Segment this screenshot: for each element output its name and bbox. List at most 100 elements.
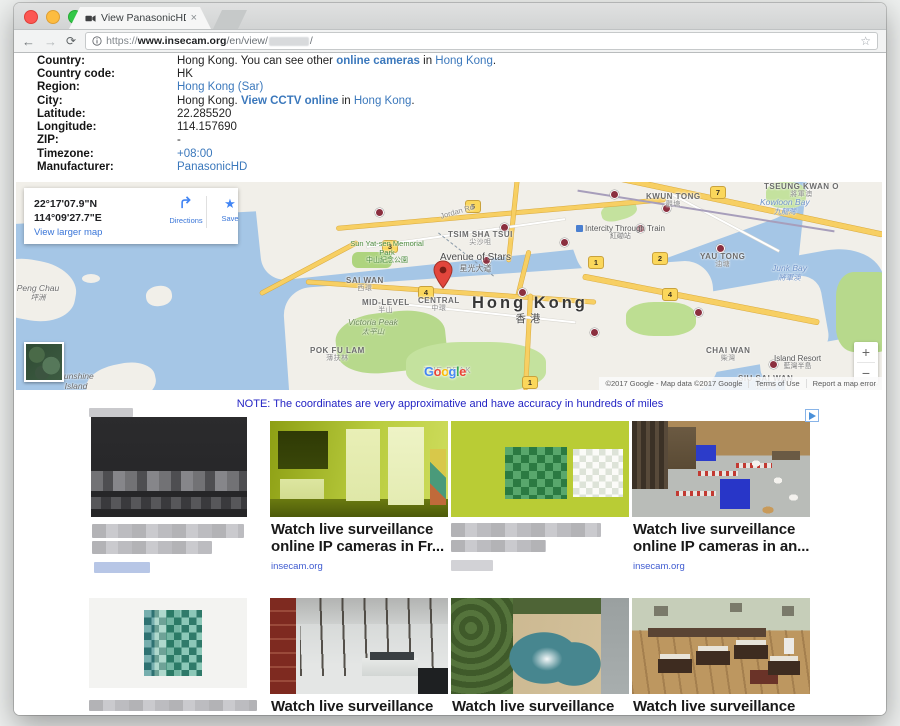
detail-text: Hong Kong. bbox=[177, 95, 241, 107]
bookmark-star-icon[interactable]: ☆ bbox=[860, 35, 871, 47]
detail-link[interactable]: View CCTV online bbox=[241, 95, 339, 107]
detail-value: HK bbox=[177, 68, 193, 80]
map-islet bbox=[145, 284, 174, 307]
detail-link[interactable]: Hong Kong bbox=[435, 55, 493, 67]
url-host: www.insecam.org bbox=[138, 35, 227, 47]
tab-close-icon[interactable]: × bbox=[191, 13, 197, 24]
blurred-caption bbox=[451, 540, 546, 552]
ad-link[interactable]: insecam.org bbox=[633, 561, 685, 572]
ad-link[interactable]: insecam.org bbox=[271, 561, 323, 572]
route-shield: 1 bbox=[588, 256, 604, 269]
terms-of-use-link[interactable]: Terms of Use bbox=[748, 379, 805, 388]
ad-caption[interactable]: Watch live surveillance bbox=[633, 698, 795, 715]
view-larger-map-link[interactable]: View larger map bbox=[34, 227, 102, 238]
minimize-window-button[interactable] bbox=[46, 10, 60, 24]
zoom-in-button[interactable]: + bbox=[854, 342, 878, 362]
browser-toolbar: ← → ⟳ https://www.insecam.org/en/view// … bbox=[14, 30, 886, 53]
detail-row: Region:Hong Kong (Sar) bbox=[14, 81, 886, 94]
map-label: Peng Chau坪洲 bbox=[16, 284, 68, 302]
detail-link[interactable]: online cameras bbox=[336, 55, 420, 67]
directions-button[interactable]: Directions bbox=[166, 195, 206, 225]
ad-tile[interactable]: Watch live surveillance bbox=[270, 598, 448, 715]
address-bar[interactable]: https://www.insecam.org/en/view// ☆ bbox=[85, 32, 878, 50]
back-button[interactable]: ← bbox=[22, 35, 35, 48]
report-map-error-link[interactable]: Report a map error bbox=[806, 379, 882, 388]
route-shield: 4 bbox=[662, 288, 678, 301]
station-marker-icon bbox=[560, 238, 569, 247]
route-shield: 2 bbox=[652, 252, 668, 265]
pixelated-blob bbox=[505, 447, 567, 499]
detail-label: Timezone: bbox=[14, 148, 177, 160]
ad-caption[interactable]: Watch live surveillance bbox=[271, 698, 433, 715]
detail-link[interactable]: +08:00 bbox=[177, 148, 213, 160]
map-label: POK FU LAM薄扶林 bbox=[310, 346, 365, 363]
google-map-embed[interactable]: Jordan RdTSIM SHA TSUI尖沙咀Intercity Throu… bbox=[16, 182, 882, 390]
url-tail: / bbox=[310, 35, 313, 47]
map-label: YAU TONG油塘 bbox=[700, 252, 745, 269]
ad-tile[interactable]: Watch live surveillanceonline IP cameras… bbox=[270, 408, 448, 578]
detail-value: +08:00 bbox=[177, 148, 213, 160]
map-islet bbox=[82, 274, 100, 283]
train-icon bbox=[576, 225, 583, 232]
camera-thumb-blurred[interactable] bbox=[451, 408, 629, 578]
detail-value: Hong Kong. You can see other online came… bbox=[177, 55, 496, 67]
reload-button[interactable]: ⟳ bbox=[66, 35, 76, 47]
detail-link[interactable]: Hong Kong (Sar) bbox=[177, 81, 263, 93]
browser-window: View PanasonicHD camera in × ← → ⟳ https… bbox=[14, 3, 886, 715]
map-label: Hong Kong香港 bbox=[472, 294, 588, 325]
route-shield: 7 bbox=[710, 186, 726, 199]
detail-label: ZIP: bbox=[14, 134, 177, 146]
map-label: MID-LEVEL半山 bbox=[362, 298, 410, 315]
station-marker-icon bbox=[590, 328, 599, 337]
blurred-caption bbox=[92, 541, 212, 554]
map-label: Intercity Through Train紅磡站 bbox=[576, 224, 665, 241]
ad-image-snow-car[interactable] bbox=[270, 598, 448, 694]
detail-value: - bbox=[177, 134, 181, 146]
close-window-button[interactable] bbox=[24, 10, 38, 24]
satellite-view-toggle[interactable] bbox=[24, 342, 64, 382]
map-label: TSIM SHA TSUI尖沙咀 bbox=[448, 230, 513, 247]
detail-link[interactable]: Hong Kong bbox=[354, 95, 412, 107]
detail-text: . bbox=[411, 95, 414, 107]
ad-tile[interactable]: Watch live surveillance bbox=[451, 598, 629, 715]
detail-label: City: bbox=[14, 95, 177, 107]
ad-tile[interactable]: Watch live surveillanceonline IP cameras… bbox=[632, 408, 810, 578]
ad-caption[interactable]: Watch live surveillanceonline IP cameras… bbox=[633, 521, 809, 555]
blurred-link bbox=[451, 560, 493, 571]
adchoices-icon[interactable] bbox=[805, 409, 819, 422]
url-redacted-segment bbox=[269, 37, 309, 46]
ad-image-dog-daycare[interactable] bbox=[632, 421, 810, 517]
pixelated-blob bbox=[144, 610, 202, 676]
detail-value: PanasonicHD bbox=[177, 161, 247, 173]
save-button[interactable]: ★ Save bbox=[210, 195, 250, 223]
detail-row: Latitude:22.285520 bbox=[14, 107, 886, 120]
detail-label: Region: bbox=[14, 81, 177, 93]
blurred-link bbox=[94, 562, 150, 573]
detail-value: Hong Kong. View CCTV online in Hong Kong… bbox=[177, 95, 415, 107]
ad-image-cafeteria[interactable] bbox=[632, 598, 810, 694]
page-info-icon[interactable] bbox=[92, 36, 102, 46]
ad-image-pool[interactable] bbox=[451, 598, 629, 694]
map-label: TSEUNG KWAN O將軍澳 bbox=[764, 182, 839, 199]
google-logo[interactable]: Google bbox=[424, 364, 466, 379]
detail-text: . bbox=[493, 55, 496, 67]
blurred-camera-image[interactable] bbox=[91, 417, 247, 517]
map-label: Junk Bay將軍澳 bbox=[772, 264, 807, 282]
ad-caption[interactable]: Watch live surveillance bbox=[452, 698, 614, 715]
site-favicon-icon bbox=[85, 13, 96, 24]
ad-caption[interactable]: Watch live surveillanceonline IP cameras… bbox=[271, 521, 444, 555]
detail-row: City:Hong Kong. View CCTV online in Hong… bbox=[14, 94, 886, 107]
ad-image-green-hallway[interactable] bbox=[270, 421, 448, 517]
detail-link[interactable]: PanasonicHD bbox=[177, 161, 247, 173]
new-tab-button[interactable] bbox=[213, 10, 247, 29]
camera-thumb-blurred[interactable] bbox=[89, 598, 267, 715]
blurred-camera-image[interactable] bbox=[89, 598, 247, 688]
blurred-camera-image[interactable] bbox=[451, 421, 629, 517]
camera-thumb-blurred[interactable] bbox=[89, 408, 267, 578]
ad-tile[interactable]: Watch live surveillance bbox=[632, 598, 810, 715]
detail-text: Hong Kong. You can see other bbox=[177, 55, 336, 67]
browser-tab[interactable]: View PanasonicHD camera in × bbox=[69, 7, 211, 29]
forward-button[interactable]: → bbox=[44, 35, 57, 48]
details-table: Country:Hong Kong. You can see other onl… bbox=[14, 54, 886, 174]
map-pin-marker[interactable] bbox=[432, 260, 454, 295]
